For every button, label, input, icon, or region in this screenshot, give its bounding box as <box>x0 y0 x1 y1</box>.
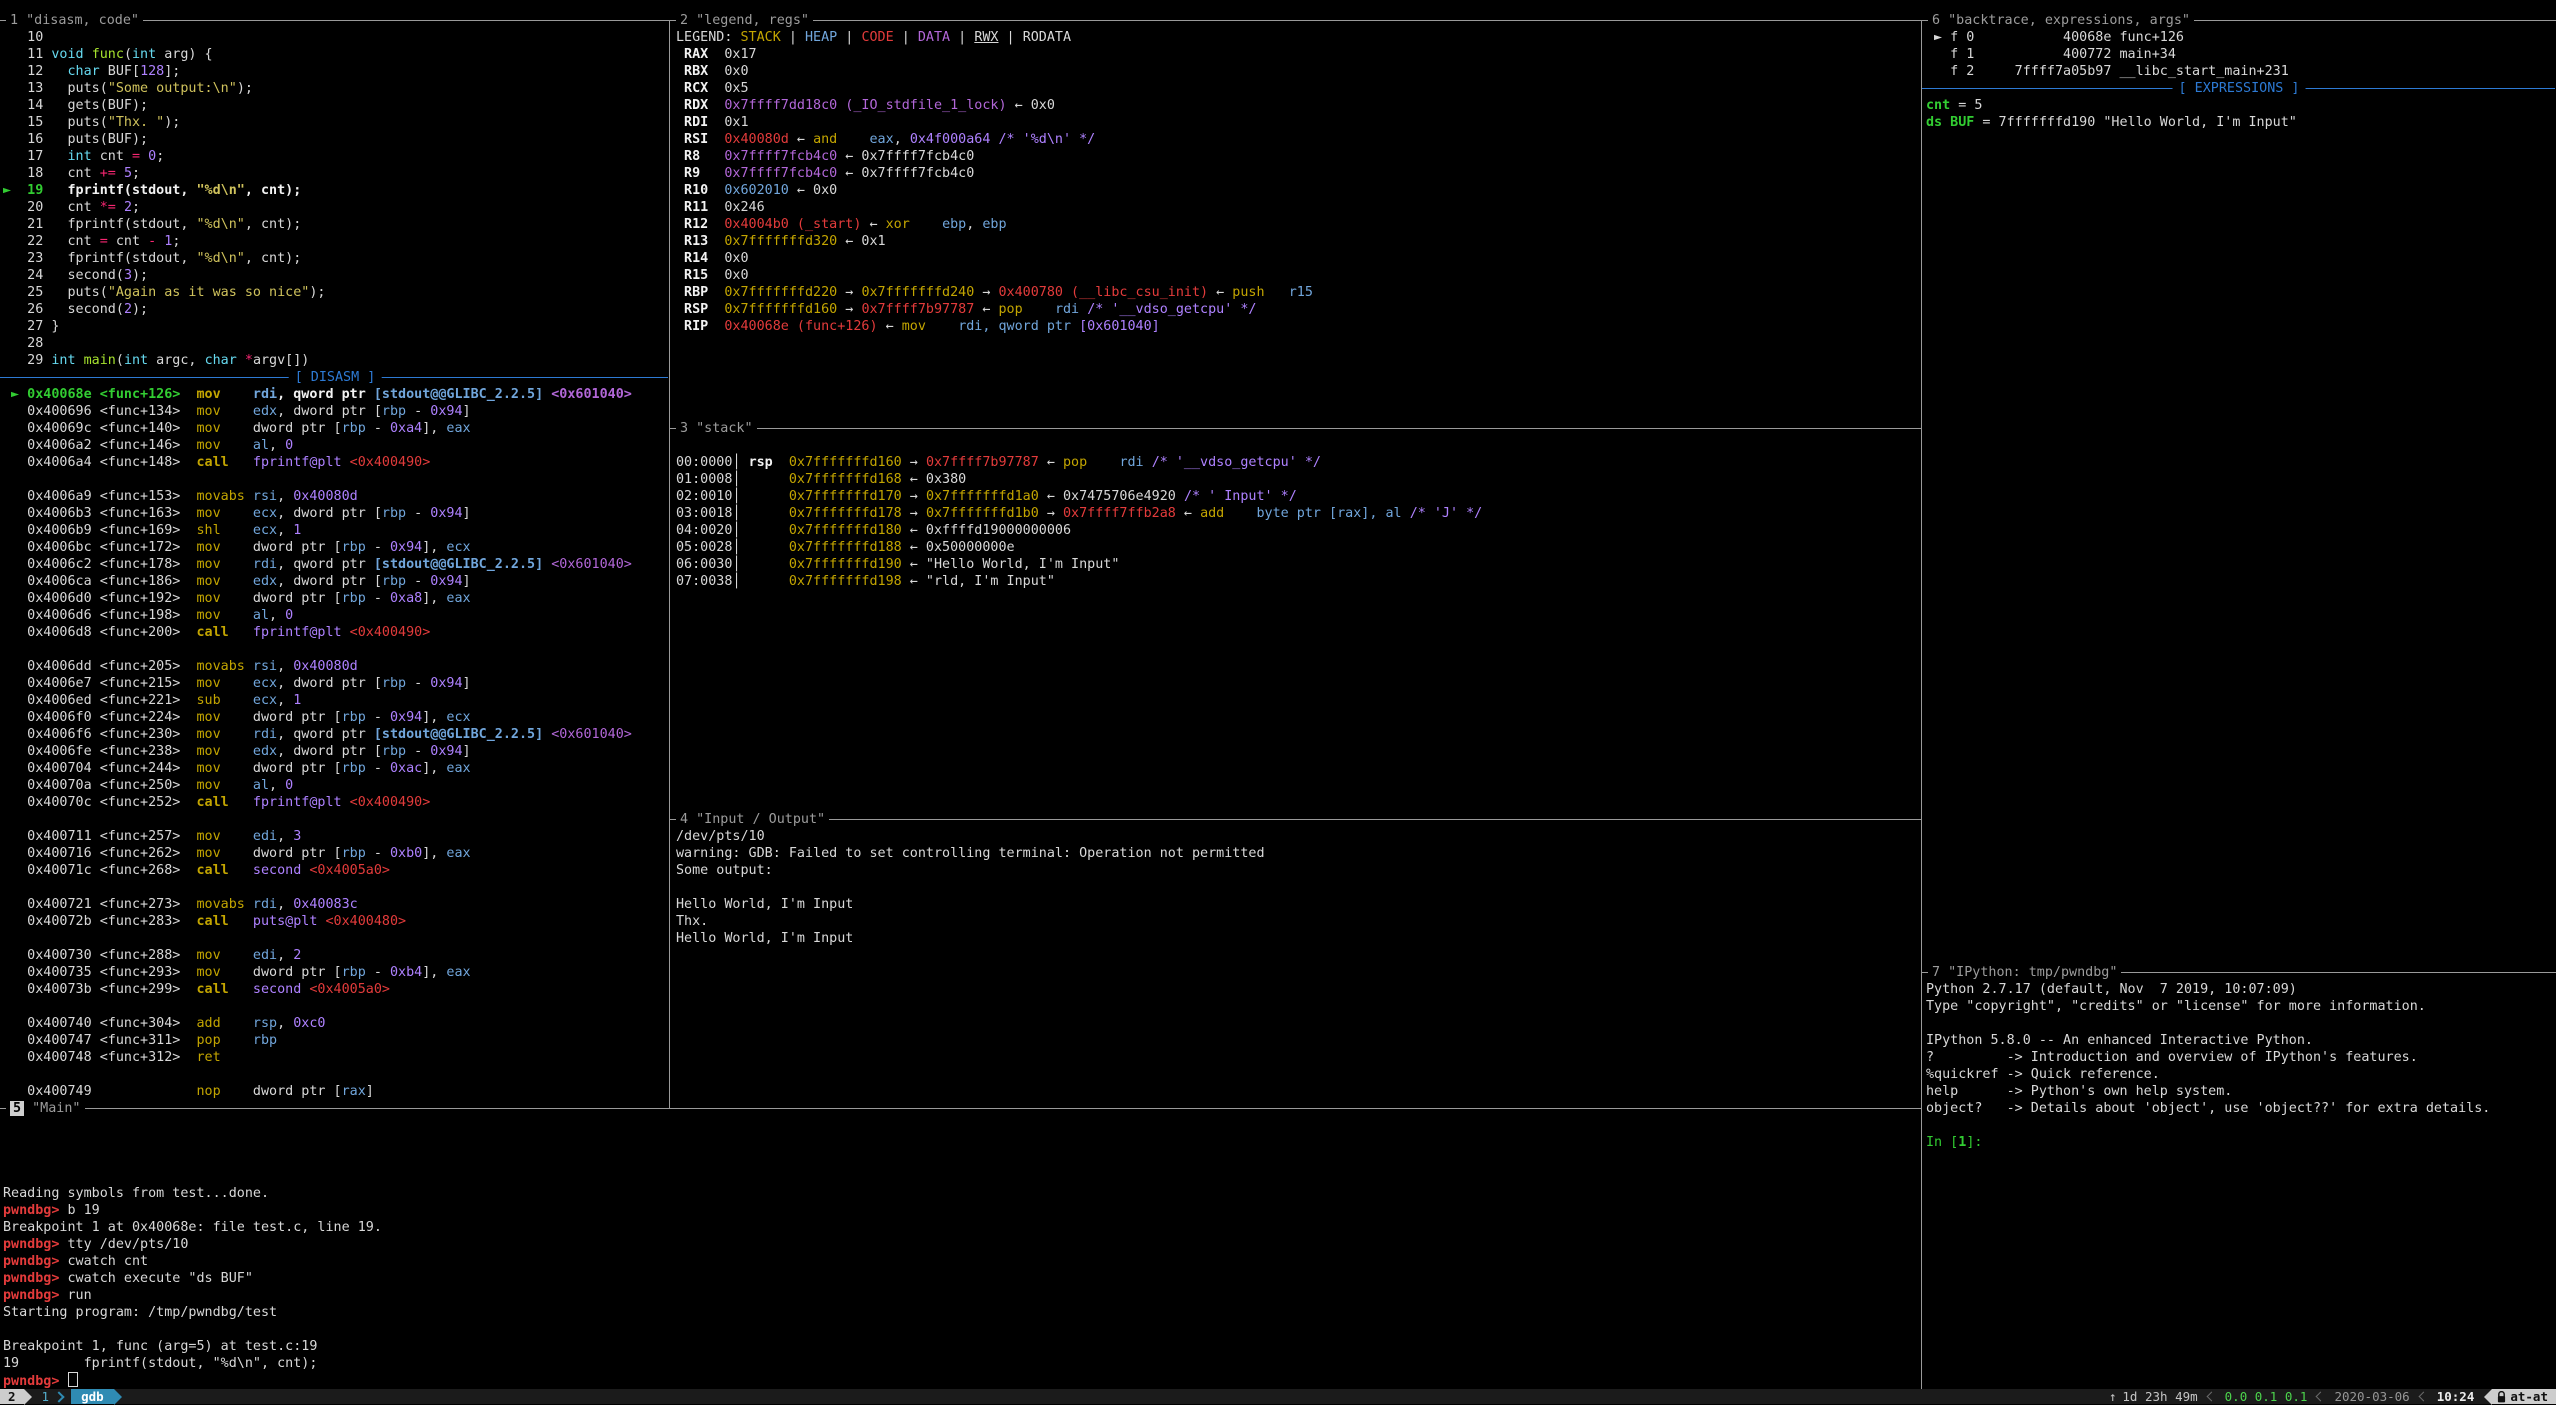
main-line: pwndbg> cwatch cnt <box>3 1253 148 1270</box>
text-segment: Python 2.7.17 (default, Nov 7 2019, 10:0… <box>1926 982 2297 997</box>
hostname-badge: at-at <box>2492 1389 2556 1404</box>
text-segment: 19 fprintf(stdout, "%d\n", cnt); <box>3 1356 317 1371</box>
pane-number: 5 <box>10 1101 24 1116</box>
text-segment: help -> Python's own help system. <box>1926 1084 2232 1099</box>
main-line: Reading symbols from test...done. <box>3 1185 269 1202</box>
text-segment: tty /dev/pts/10 <box>68 1237 189 1252</box>
powerline-arrow-icon <box>2484 1389 2492 1405</box>
pane-title: "Main" <box>24 1101 80 1116</box>
pane-number: 7 <box>1932 965 1940 980</box>
text-segment: pwndbg> <box>3 1254 68 1269</box>
angle-separator-icon <box>2206 1392 2216 1402</box>
pane-main[interactable]: 5 "Main" Reading symbols from test...done… <box>0 0 1921 1389</box>
main-line: pwndbg> run <box>3 1287 92 1304</box>
hostname: at-at <box>2510 1389 2548 1404</box>
statusbar-right: ↑ 1d 23h 49m 0.0 0.1 0.1 2020-03-06 10:2… <box>2109 1389 2556 1404</box>
ipython-line: ? -> Introduction and overview of IPytho… <box>1926 1049 2418 1066</box>
main-line: 19 fprintf(stdout, "%d\n", cnt); <box>3 1355 317 1372</box>
ipython-line: IPython 5.8.0 -- An enhanced Interactive… <box>1926 1032 2313 1049</box>
pane-border-label: 7 "IPython: tmp/pwndbg" <box>1928 964 2121 981</box>
clock: 10:24 <box>2437 1389 2475 1404</box>
powerline-arrow-icon <box>114 1389 122 1405</box>
text-segment: pwndbg> <box>3 1237 68 1252</box>
text-segment: ]: <box>1966 1135 1982 1150</box>
text-segment: In [ <box>1926 1135 1958 1150</box>
text-segment: %quickref -> Quick reference. <box>1926 1067 2160 1082</box>
angle-separator-icon <box>2316 1392 2326 1402</box>
text-segment: IPython 5.8.0 -- An enhanced Interactive… <box>1926 1033 2313 1048</box>
text-segment: Type "copyright", "credits" or "license"… <box>1926 999 2426 1014</box>
status-bar: 2 1 gdb ↑ 1d 23h 49m 0.0 0.1 0.1 2020-03… <box>0 1389 2556 1404</box>
main-line: pwndbg> b 19 <box>3 1202 100 1219</box>
text-segment: pwndbg> <box>3 1374 68 1389</box>
text-segment: ? -> Introduction and overview of IPytho… <box>1926 1050 2418 1065</box>
text-segment: cwatch execute "ds BUF" <box>68 1271 253 1286</box>
text-segment: b 19 <box>68 1203 100 1218</box>
text-segment: Breakpoint 1 at 0x40068e: file test.c, l… <box>3 1220 382 1235</box>
main-line: pwndbg> tty /dev/pts/10 <box>3 1236 188 1253</box>
main-line: Starting program: /tmp/pwndbg/test <box>3 1304 277 1321</box>
ipython-line: Type "copyright", "credits" or "license"… <box>1926 998 2426 1015</box>
terminal-screen: 1 "disasm, code"[ DISASM ] 10 11 void fu… <box>0 0 2556 1404</box>
pane-border-vertical[interactable] <box>669 20 670 1108</box>
text-segment: run <box>68 1288 92 1303</box>
session-badge[interactable]: 2 <box>0 1389 24 1404</box>
text-segment: pwndbg> <box>3 1203 68 1218</box>
text-segment: cwatch cnt <box>68 1254 149 1269</box>
main-line: pwndbg> cwatch execute "ds BUF" <box>3 1270 253 1287</box>
window-name-badge[interactable]: gdb <box>71 1389 114 1404</box>
main-line: pwndbg> <box>3 1372 78 1389</box>
ipython-line: Python 2.7.17 (default, Nov 7 2019, 10:0… <box>1926 981 2297 998</box>
ipython-line: In [1]: <box>1926 1134 1982 1151</box>
load-average: 0.0 0.1 0.1 <box>2225 1389 2308 1404</box>
statusbar-left: 2 1 gdb <box>0 1389 122 1404</box>
angle-separator-icon <box>2418 1392 2428 1402</box>
text-segment: pwndbg> <box>3 1288 68 1303</box>
pane-title: "IPython: tmp/pwndbg" <box>1940 965 2117 980</box>
up-arrow-icon: ↑ <box>2109 1389 2117 1404</box>
ipython-line: object? -> Details about 'object', use '… <box>1926 1100 2490 1117</box>
text-segment: Breakpoint 1, func (arg=5) at test.c:19 <box>3 1339 317 1354</box>
date: 2020-03-06 <box>2334 1389 2409 1404</box>
uptime: 1d 23h 49m <box>2122 1389 2197 1404</box>
lock-icon <box>2497 1391 2506 1403</box>
pane-border-label: 5 "Main" <box>6 1100 85 1117</box>
ipython-line: %quickref -> Quick reference. <box>1926 1066 2160 1083</box>
text-segment: Reading symbols from test...done. <box>3 1186 269 1201</box>
window-index[interactable]: 1 <box>32 1389 56 1404</box>
pane-ipython[interactable]: 7 "IPython: tmp/pwndbg"Python 2.7.17 (de… <box>1922 0 2556 1389</box>
powerline-arrow-icon <box>24 1389 32 1405</box>
text-segment: Starting program: /tmp/pwndbg/test <box>3 1305 277 1320</box>
pane-border-vertical[interactable] <box>1921 20 1922 1389</box>
text-segment: object? -> Details about 'object', use '… <box>1926 1101 2490 1116</box>
main-line: Breakpoint 1, func (arg=5) at test.c:19 <box>3 1338 317 1355</box>
main-line: Breakpoint 1 at 0x40068e: file test.c, l… <box>3 1219 382 1236</box>
ipython-line: help -> Python's own help system. <box>1926 1083 2232 1100</box>
chevron-icon <box>53 1391 64 1402</box>
text-segment: pwndbg> <box>3 1271 68 1286</box>
text-cursor <box>68 1372 78 1387</box>
pane-border <box>0 1108 1921 1109</box>
